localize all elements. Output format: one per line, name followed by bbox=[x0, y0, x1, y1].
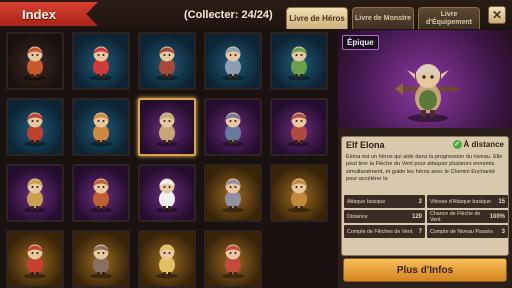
hero-description: Elona est un héros qui aide dans la prog… bbox=[346, 154, 503, 183]
hero-detail-panel: Épique Elf Elona ✓ À distance Elona est … bbox=[338, 30, 512, 288]
stat-value: 2 bbox=[418, 198, 422, 205]
hero-cell[interactable] bbox=[138, 98, 196, 156]
hero-sprite bbox=[156, 112, 178, 147]
hero-sprite bbox=[24, 178, 46, 213]
stat-label: Vitesse d'Attaque basique bbox=[430, 198, 491, 205]
tab-label: Livre de Monstre bbox=[354, 14, 411, 22]
stat-value: 120 bbox=[411, 213, 422, 220]
hero-cell[interactable] bbox=[6, 230, 64, 288]
hero-cell[interactable] bbox=[72, 164, 130, 222]
hero-cell[interactable] bbox=[204, 164, 262, 222]
page-title: Index bbox=[22, 6, 56, 22]
stat-wind-arrow-count: Compte de Flèches de Vent 7 bbox=[344, 225, 425, 238]
hero-sprite bbox=[222, 244, 244, 279]
stats-row: Distance 120 Chance de Flèche de Vent 10… bbox=[344, 210, 508, 223]
hero-cell[interactable] bbox=[270, 98, 328, 156]
hero-cell[interactable] bbox=[270, 32, 328, 90]
hero-portrait: Épique bbox=[338, 30, 512, 128]
stat-label: Compte de Flèches de Vent bbox=[347, 228, 413, 235]
stat-levels-passed: Compte de Niveau Passés 3 bbox=[427, 225, 508, 238]
stat-basic-attack: Attaque basique 2 bbox=[344, 195, 425, 208]
check-icon: ✓ bbox=[452, 140, 462, 149]
stat-value: 3 bbox=[501, 228, 505, 235]
tab-label: Livre d'Équipement bbox=[426, 10, 472, 26]
hero-sprite bbox=[156, 244, 178, 279]
hero-cell[interactable] bbox=[72, 230, 130, 288]
tab-monster-book[interactable]: Livre de Monstre bbox=[352, 7, 414, 29]
hero-sprite bbox=[24, 46, 46, 81]
close-button[interactable]: ✕ bbox=[488, 6, 506, 24]
index-title-ribbon: Index bbox=[0, 2, 98, 26]
rarity-badge: Épique bbox=[342, 35, 379, 50]
hero-sprite bbox=[24, 112, 46, 147]
hero-cell[interactable] bbox=[270, 164, 328, 222]
hero-sprite bbox=[90, 46, 112, 81]
hero-sprite bbox=[288, 112, 310, 147]
hero-sprite bbox=[156, 46, 178, 81]
stat-label: Distance bbox=[347, 213, 368, 220]
hero-cell[interactable] bbox=[204, 32, 262, 90]
hero-sprite bbox=[222, 178, 244, 213]
stat-value: 15 bbox=[498, 198, 505, 205]
hero-cell[interactable] bbox=[6, 32, 64, 90]
hero-cell[interactable] bbox=[138, 230, 196, 288]
tab-equipment-book[interactable]: Livre d'Équipement bbox=[418, 7, 480, 29]
hero-cell[interactable] bbox=[204, 98, 262, 156]
close-icon: ✕ bbox=[491, 8, 503, 22]
hero-grid bbox=[4, 30, 334, 288]
hero-cell[interactable] bbox=[72, 32, 130, 90]
stat-value: 100% bbox=[489, 213, 505, 220]
range-tag: ✓ À distance bbox=[452, 140, 504, 149]
hero-sprite bbox=[288, 178, 310, 213]
collection-counter: (Collecter: 24/24) bbox=[184, 9, 273, 21]
hero-cell[interactable] bbox=[6, 98, 64, 156]
stats-table: Attaque basique 2 Vitesse d'Attaque basi… bbox=[344, 195, 508, 240]
hero-sprite bbox=[90, 244, 112, 279]
hero-sprite bbox=[24, 244, 46, 279]
stats-row: Attaque basique 2 Vitesse d'Attaque basi… bbox=[344, 195, 508, 208]
stat-label: Chance de Flèche de Vent bbox=[430, 210, 481, 223]
hero-cell[interactable] bbox=[72, 98, 130, 156]
stat-label: Compte de Niveau Passés bbox=[430, 228, 493, 235]
tab-hero-book[interactable]: Livre de Héros bbox=[286, 7, 348, 29]
stat-value: 7 bbox=[418, 228, 422, 235]
elf-archer-portrait bbox=[395, 64, 459, 122]
hero-sprite bbox=[156, 178, 178, 213]
hero-info-card: Elf Elona ✓ À distance Elona est un héro… bbox=[341, 136, 509, 256]
range-label: À distance bbox=[463, 140, 504, 149]
tab-label: Livre de Héros bbox=[289, 13, 345, 23]
stat-label: Attaque basique bbox=[347, 198, 386, 205]
more-info-button[interactable]: Plus d'Infos bbox=[343, 258, 507, 282]
hero-cell[interactable] bbox=[138, 164, 196, 222]
hero-cell[interactable] bbox=[138, 32, 196, 90]
hero-sprite bbox=[222, 46, 244, 81]
hero-cell[interactable] bbox=[6, 164, 64, 222]
hero-sprite bbox=[90, 112, 112, 147]
hero-sprite bbox=[90, 178, 112, 213]
hero-name: Elf Elona bbox=[346, 140, 385, 150]
stat-distance: Distance 120 bbox=[344, 210, 425, 223]
hero-sprite bbox=[288, 46, 310, 81]
stats-row: Compte de Flèches de Vent 7 Compte de Ni… bbox=[344, 225, 508, 238]
stat-attack-speed: Vitesse d'Attaque basique 15 bbox=[427, 195, 508, 208]
hero-cell[interactable] bbox=[204, 230, 262, 288]
hero-sprite bbox=[222, 112, 244, 147]
stat-wind-arrow-chance: Chance de Flèche de Vent 100% bbox=[427, 210, 508, 223]
